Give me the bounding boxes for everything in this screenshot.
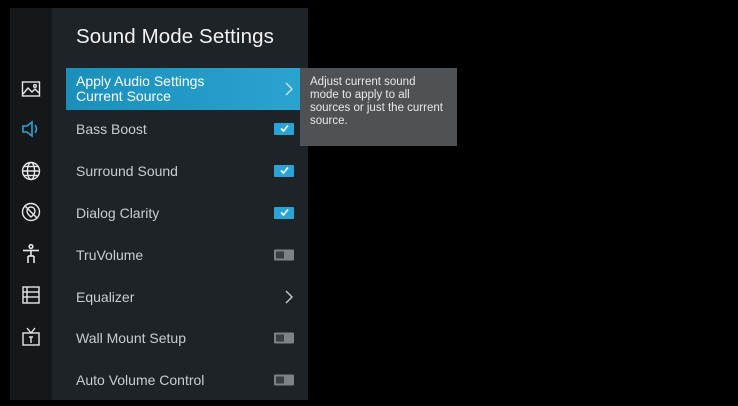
dialog-clarity-checkbox[interactable] — [274, 207, 294, 219]
menu-item-auto-volume-control[interactable]: Auto Volume Control — [66, 361, 306, 399]
sound-mode-settings-panel: Sound Mode Settings Apply Audio Settings… — [52, 8, 308, 400]
chevron-right-icon — [284, 82, 294, 96]
menu-item-label: Bass Boost — [76, 121, 147, 137]
picture-icon[interactable] — [20, 78, 42, 100]
chevron-right-icon — [284, 290, 294, 304]
menu-item-wall-mount-setup[interactable]: Wall Mount Setup — [66, 319, 306, 357]
menu-item-label: Equalizer — [76, 289, 135, 305]
page-title: Sound Mode Settings — [76, 25, 274, 48]
menu-item-label: Wall Mount Setup — [76, 330, 186, 346]
menu-item-surround-sound[interactable]: Surround Sound — [66, 152, 306, 190]
menu-item-truvolume[interactable]: TruVolume — [66, 236, 306, 274]
menu-item-label: TruVolume — [76, 247, 144, 263]
surround-sound-checkbox[interactable] — [274, 165, 294, 177]
sound-icon[interactable] — [20, 118, 42, 140]
menu-item-equalizer[interactable]: Equalizer — [66, 278, 306, 316]
accessibility-icon[interactable] — [20, 243, 42, 265]
system-icon[interactable] — [20, 284, 42, 306]
menu-item-label: Apply Audio Settings Current Source — [76, 73, 205, 104]
truvolume-toggle[interactable] — [274, 249, 294, 261]
menu-item-label: Auto Volume Control — [76, 372, 205, 388]
menu-item-label: Surround Sound — [76, 163, 178, 179]
menu-item-label: Dialog Clarity — [76, 205, 160, 221]
bass-boost-checkbox[interactable] — [274, 123, 294, 135]
auto-volume-control-toggle[interactable] — [274, 374, 294, 386]
menu-item-dialog-clarity[interactable]: Dialog Clarity — [66, 194, 306, 232]
menu-item-bass-boost[interactable]: Bass Boost — [66, 110, 306, 148]
location-icon[interactable] — [20, 201, 42, 223]
menu-item-apply-audio-settings[interactable]: Apply Audio Settings Current Source — [66, 68, 306, 110]
network-icon[interactable] — [20, 160, 42, 182]
tv-icon[interactable] — [20, 326, 42, 348]
help-tooltip: Adjust current sound mode to apply to al… — [300, 68, 457, 146]
settings-category-rail — [10, 8, 52, 400]
wall-mount-setup-toggle[interactable] — [274, 332, 294, 344]
tv-screen: Sound Mode Settings Apply Audio Settings… — [10, 8, 737, 400]
